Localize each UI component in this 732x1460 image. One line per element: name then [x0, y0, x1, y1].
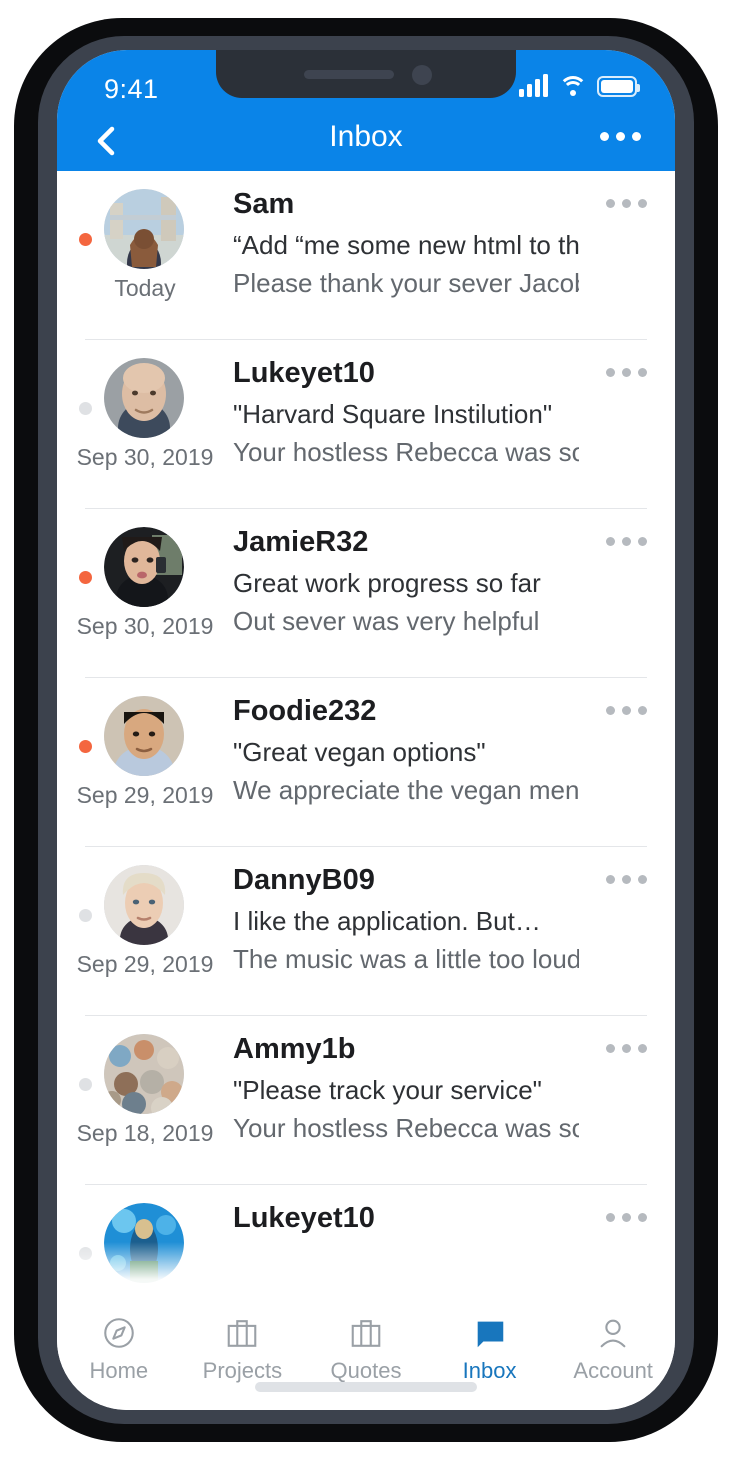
battery-full-icon	[597, 75, 640, 97]
read-indicator-dot	[79, 402, 92, 415]
more-horizontal-icon[interactable]	[606, 199, 647, 208]
sender-name: Ammy1b	[233, 1033, 356, 1065]
message-content: Foodie232 "Great vegan options" We appre…	[233, 694, 579, 808]
sender-name: Sam	[233, 188, 295, 220]
more-horizontal-icon[interactable]	[606, 875, 647, 884]
message-content: Ammy1b "Please track your service" Your …	[233, 1032, 579, 1146]
tab-quotes[interactable]: Quotes	[304, 1314, 428, 1384]
more-horizontal-icon[interactable]	[606, 537, 647, 546]
bottom-tab-bar[interactable]: Home Projects Quotes Inbox Account	[57, 1302, 675, 1410]
message-preview: Please thank your sever Jacob...	[233, 267, 579, 298]
avatar	[104, 358, 184, 438]
read-indicator-dot	[79, 909, 92, 922]
front-camera	[412, 65, 432, 85]
message-date: Sep 18, 2019	[76, 1120, 214, 1146]
avatar	[104, 1034, 184, 1114]
avatar	[104, 696, 184, 776]
sender-name: JamieR32	[233, 526, 369, 558]
tab-label: Quotes	[330, 1358, 402, 1383]
message-row[interactable]: Sep 18, 2019 Ammy1b "Please track your s…	[57, 1016, 675, 1185]
home-indicator[interactable]	[255, 1382, 477, 1392]
tab-account[interactable]: Account	[551, 1314, 675, 1384]
message-preview: The music was a little too loud...	[233, 943, 579, 974]
phone-mockup: 9:41 Inbox Today Sam “Add “me some new h…	[0, 0, 732, 1460]
message-subject: "Great vegan options"	[233, 736, 486, 767]
unread-indicator-dot	[79, 233, 92, 246]
inbox-message-list[interactable]: Today Sam “Add “me some new html to that…	[57, 171, 675, 1302]
message-subject: “Add “me some new html to that	[233, 229, 579, 260]
message-row[interactable]: Sep 30, 2019 JamieR32 Great work progres…	[57, 509, 675, 678]
tab-label: Account	[573, 1358, 653, 1383]
sender-name: Foodie232	[233, 695, 377, 727]
message-content: DannyB09 I like the application. But… Th…	[233, 863, 579, 977]
message-date: Sep 30, 2019	[76, 444, 214, 470]
status-bar-time: 9:41	[104, 74, 159, 104]
more-horizontal-icon[interactable]	[606, 706, 647, 715]
message-preview: Your hostless Rebecca was so...	[233, 1112, 579, 1143]
sender-name: Lukeyet10	[233, 1202, 375, 1234]
message-date: Sep 30, 2019	[76, 613, 214, 639]
more-horizontal-icon[interactable]	[606, 1044, 647, 1053]
sender-name: DannyB09	[233, 864, 375, 896]
tab-label: Inbox	[462, 1358, 517, 1383]
more-horizontal-icon[interactable]	[600, 132, 641, 141]
message-content: Sam “Add “me some new html to that Pleas…	[233, 187, 579, 301]
read-indicator-dot	[79, 1078, 92, 1091]
avatar	[104, 189, 184, 269]
message-preview: Out sever was very helpful	[233, 605, 540, 636]
message-date: Today	[114, 275, 176, 301]
page-title: Inbox	[329, 120, 403, 153]
tab-label: Projects	[202, 1358, 283, 1383]
person-icon	[594, 1314, 632, 1352]
tab-home[interactable]: Home	[57, 1314, 181, 1384]
tab-label: Home	[89, 1358, 149, 1383]
message-subject: "Harvard Square Instilution"	[233, 398, 553, 429]
avatar	[104, 527, 184, 607]
briefcase-icon	[347, 1314, 385, 1352]
cellular-signal-icon	[519, 74, 548, 97]
status-bar-indicators	[519, 74, 640, 97]
phone-screen: 9:41 Inbox Today Sam “Add “me some new h…	[57, 50, 675, 1410]
message-row[interactable]: Today Sam “Add “me some new html to that…	[57, 171, 675, 340]
read-indicator-dot	[79, 1247, 92, 1260]
more-horizontal-icon[interactable]	[606, 368, 647, 377]
earpiece-speaker	[304, 70, 394, 79]
navigation-bar: Inbox	[57, 110, 675, 171]
message-subject: Great work progress so far	[233, 567, 541, 598]
message-content: JamieR32 Great work progress so far Out …	[233, 525, 579, 639]
message-row[interactable]: Sep 29, 2019 DannyB09 I like the applica…	[57, 847, 675, 1016]
phone-notch	[216, 50, 516, 98]
more-horizontal-icon[interactable]	[606, 1213, 647, 1222]
sender-name: Lukeyet10	[233, 357, 375, 389]
chat-bubble-icon	[471, 1314, 509, 1352]
message-content: Lukeyet10	[233, 1201, 579, 1245]
message-preview: We appreciate the vegan menu...	[233, 774, 579, 805]
avatar	[104, 865, 184, 945]
unread-indicator-dot	[79, 740, 92, 753]
unread-indicator-dot	[79, 571, 92, 584]
message-subject: "Please track your service"	[233, 1074, 542, 1105]
tab-inbox[interactable]: Inbox	[428, 1314, 552, 1384]
briefcase-icon	[223, 1314, 261, 1352]
avatar	[104, 1203, 184, 1283]
wifi-icon	[558, 75, 587, 97]
message-content: Lukeyet10 "Harvard Square Instilution" Y…	[233, 356, 579, 470]
tab-projects[interactable]: Projects	[181, 1314, 305, 1384]
message-date: Sep 29, 2019	[76, 951, 214, 977]
message-row[interactable]: Sep 30, 2019 Lukeyet10 "Harvard Square I…	[57, 340, 675, 509]
message-date: Sep 29, 2019	[76, 782, 214, 808]
message-preview: Your hostless Rebecca was so...	[233, 436, 579, 467]
compass-icon	[100, 1314, 138, 1352]
message-row[interactable]: Lukeyet10	[57, 1185, 675, 1302]
message-row[interactable]: Sep 29, 2019 Foodie232 "Great vegan opti…	[57, 678, 675, 847]
message-subject: I like the application. But…	[233, 905, 541, 936]
